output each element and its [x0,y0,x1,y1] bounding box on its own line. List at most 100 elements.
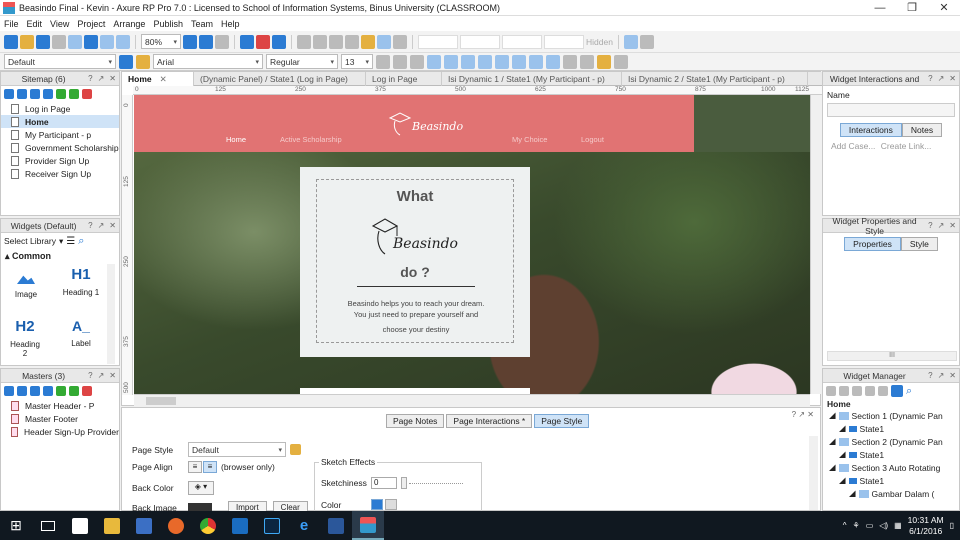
tab-properties[interactable]: Properties [844,237,901,251]
widget-heading-1[interactable]: H1 Heading 1 [61,266,101,297]
keyboard-icon[interactable]: ▦ [894,521,902,530]
popout-icon[interactable]: ↗ [798,410,805,419]
tab-log-in-page[interactable]: Log in Page [366,72,442,86]
widgets-scrollbar[interactable] [107,264,115,364]
menu-edit[interactable]: Edit [23,19,47,29]
undo-icon[interactable] [100,34,114,49]
tab-page-interactions[interactable]: Page Interactions * [446,414,533,428]
x-field[interactable] [418,34,458,49]
nav-home[interactable]: Home [226,135,246,144]
media-player-button[interactable] [128,511,160,540]
tab-isi-dynamic-2[interactable]: Isi Dynamic 2 / State1 (My Participant -… [622,72,808,86]
tab-style[interactable]: Style [900,237,938,251]
widget-tree-section-2[interactable]: ◢ Section 2 (Dynamic Pan [823,435,959,448]
add-state-icon[interactable] [826,386,836,396]
tab-interactions[interactable]: Interactions [839,123,902,137]
start-button[interactable]: ⊞ [0,511,32,540]
align-icon[interactable] [313,34,327,49]
scroll-thumb[interactable] [146,397,176,405]
order-icon[interactable] [345,34,359,49]
distribute-v-icon[interactable] [580,54,594,69]
chrome-button[interactable] [192,511,224,540]
indent-icon[interactable] [56,386,66,396]
sitemap-item-receiver-sign-up[interactable]: Receiver Sign Up [1,167,119,180]
nav-logout[interactable]: Logout [581,135,604,144]
open-folder-icon[interactable] [20,34,34,49]
clock[interactable]: 10:31 AM 6/1/2016 [908,515,944,537]
widget-image[interactable]: Image [11,270,41,299]
axure-taskbar-button[interactable] [352,511,384,540]
what-beasindo-do-popup[interactable]: What Beasindo do ? Beasindo helps you to… [300,167,530,357]
popout-icon[interactable]: ↗ [98,74,105,83]
preview-icon[interactable] [240,34,254,49]
format-painter-icon[interactable] [215,34,229,49]
canvas-vertical-scrollbar[interactable] [810,95,821,394]
bottom-panel-scrollbar[interactable] [809,436,818,510]
add-page-icon[interactable] [4,89,14,99]
distribute-h-icon[interactable] [563,54,577,69]
tab-notes[interactable]: Notes [901,123,943,137]
nav-my-choice[interactable]: My Choice [512,135,547,144]
show-hidden-icons-icon[interactable]: ^ [843,521,847,530]
bring-front-icon[interactable] [529,54,543,69]
notifications-icon[interactable]: ▯ [950,521,954,530]
align-center-icon[interactable] [444,54,458,69]
line-color-icon[interactable] [377,34,391,49]
store-button[interactable] [64,511,96,540]
select-library-dropdown[interactable]: Select Library [4,236,56,246]
outdent-icon[interactable] [69,89,79,99]
properties-hscrollbar[interactable]: III [827,351,957,361]
popout-icon[interactable]: ↗ [938,74,945,83]
distribute-icon[interactable] [329,34,343,49]
widget-tree-state[interactable]: ◢ State1 [823,422,959,435]
publish-icon[interactable] [272,34,286,49]
menu-view[interactable]: View [46,19,73,29]
close-icon[interactable]: ✕ [160,74,167,85]
search-icon[interactable]: ⌕ [906,385,912,398]
menu-publish[interactable]: Publish [149,19,187,29]
manage-styles-icon[interactable] [290,444,301,455]
close-icon[interactable]: ✕ [949,221,956,230]
tab-page-style[interactable]: Page Style [534,414,590,428]
widget-label-item[interactable]: A_ Label [61,318,101,348]
copy-icon[interactable] [68,34,82,49]
sitemap-item-provider-sign-up[interactable]: Provider Sign Up [1,154,119,167]
add-case-link[interactable]: Add Case... [831,141,875,151]
sitemap-item-government-scholarship[interactable]: Government Scholarship [1,141,119,154]
fill-color-icon[interactable] [361,34,375,49]
cut-icon[interactable] [52,34,66,49]
tab-home[interactable]: Home ✕ [122,72,194,86]
popout-icon[interactable]: ↗ [98,221,105,230]
send-back-icon[interactable] [546,54,560,69]
align-left-button[interactable]: ≡ [188,461,202,473]
align-bottom-icon[interactable] [512,54,526,69]
back-color-picker[interactable]: ◈ ▾ [188,481,214,495]
menu-help[interactable]: Help [217,19,244,29]
unlock-icon[interactable] [614,54,628,69]
help-icon[interactable]: ? [928,371,932,380]
menu-arrange[interactable]: Arrange [109,19,149,29]
add-folder-icon[interactable] [17,89,27,99]
header-banner[interactable]: Home Active Scholarship Beasindo My Choi… [134,95,694,152]
close-icon[interactable]: ✕ [949,371,956,380]
help-icon[interactable]: ? [928,221,932,230]
delete-icon[interactable] [82,386,92,396]
minimize-button[interactable]: — [864,2,896,14]
popout-icon[interactable]: ↗ [938,221,945,230]
photoshop-button[interactable] [256,511,288,540]
move-up-icon[interactable] [30,89,40,99]
align-middle-icon[interactable] [495,54,509,69]
close-icon[interactable]: ✕ [807,410,814,419]
help-icon[interactable]: ? [88,221,92,230]
duplicate-icon[interactable] [839,386,849,396]
line-width-icon[interactable] [393,34,407,49]
nav-active-scholarship[interactable]: Active Scholarship [280,135,342,144]
widget-tree-section-1[interactable]: ◢ Section 1 (Dynamic Pan [823,409,959,422]
move-down-icon[interactable] [865,386,875,396]
align-center-button[interactable]: ≡ [203,461,217,473]
close-icon[interactable]: ✕ [109,371,116,380]
help-icon[interactable]: ? [88,74,92,83]
delete-icon[interactable] [878,386,888,396]
popout-icon[interactable]: ↗ [938,371,945,380]
popout-icon[interactable]: ↗ [98,371,105,380]
